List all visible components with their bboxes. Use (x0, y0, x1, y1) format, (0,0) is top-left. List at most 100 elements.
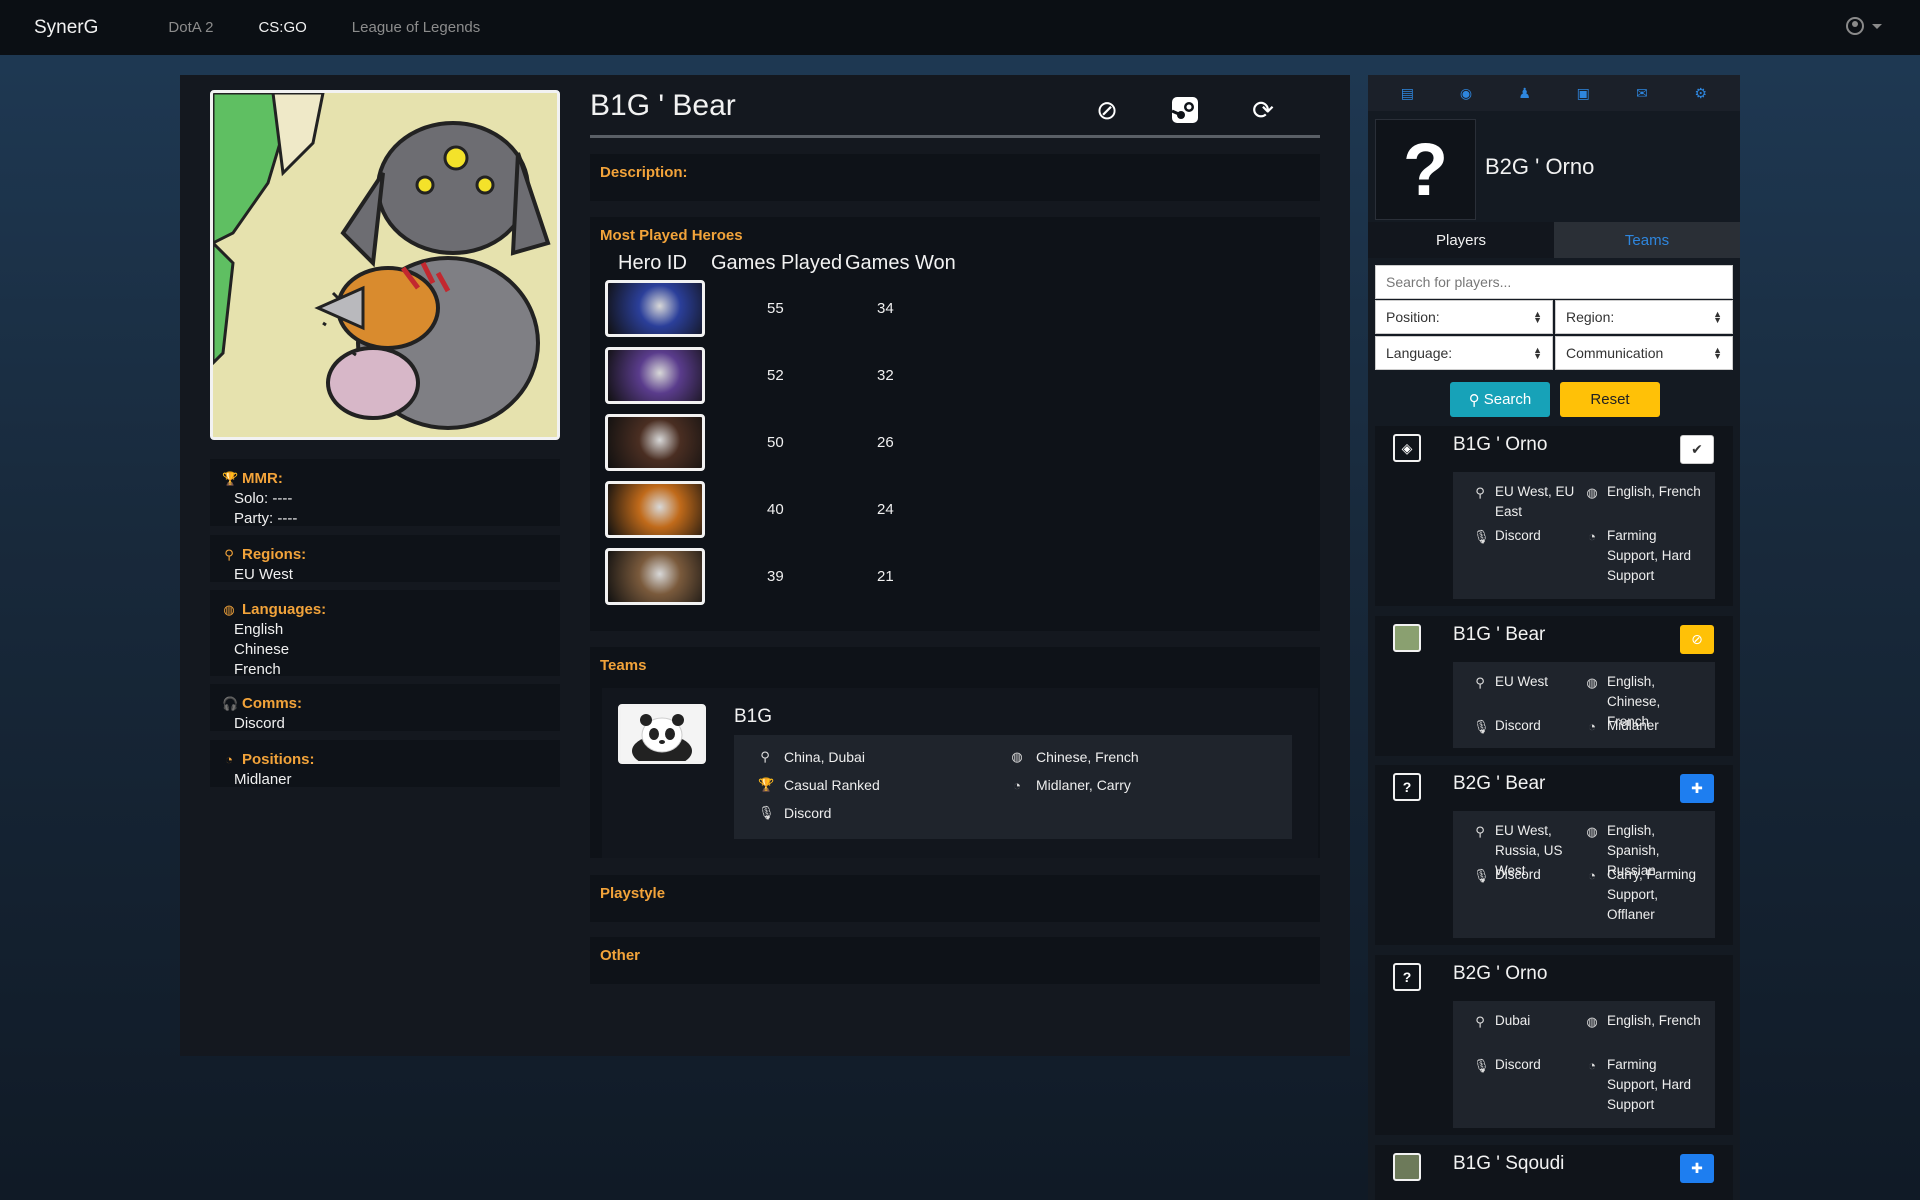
globe-icon: ◍ (1586, 485, 1598, 500)
other-label: Other (600, 947, 641, 964)
result-positions: Midlaner (1607, 718, 1659, 733)
pie-chart-icon: ◔ (1588, 868, 1596, 883)
language-select-value: Language: (1386, 345, 1453, 361)
selected-player-name: B2G ' Orno (1485, 154, 1595, 179)
tab-players[interactable]: Players (1368, 222, 1554, 258)
player-name-title: B1G ' Bear (590, 89, 736, 122)
brand-logo[interactable]: SynerG (34, 17, 98, 39)
heroes-title: Most Played Heroes (600, 227, 743, 244)
communication-select[interactable]: Communication ▲ ▼ (1555, 336, 1733, 370)
pie-chart-icon: ◔ (1588, 1058, 1596, 1073)
check-button[interactable]: ✔ (1680, 435, 1714, 464)
block-button[interactable]: ⊘ (1680, 625, 1714, 654)
player-result[interactable]: B1G ' Bear ⊘ ⚲ EU West ◍ English, Chinese,… (1375, 616, 1733, 756)
team-languages: Chinese, French (1036, 749, 1139, 765)
hero-games-played: 39 (767, 568, 784, 585)
team-card[interactable]: B1G ⚲ China, Dubai ◍ Chinese, French 🏆 Casu… (602, 688, 1318, 858)
trophy-icon: 🏆 (758, 777, 775, 792)
heroes-table-header: Hero ID Games Played Games Won (600, 252, 1310, 275)
search-sidebar: ▤ ◉ ♟ ▣ ✉ ⚙ ? B2G ' Orno Players Teams S… (1368, 75, 1740, 1200)
col-hero-id: Hero ID (618, 252, 687, 274)
player-result[interactable]: ? B2G ' Bear ✚ ⚲ EU West, Russia, US West… (1375, 765, 1733, 945)
playstyle-section: Playstyle (590, 875, 1320, 922)
pie-chart-icon: ◔ (1588, 529, 1596, 544)
result-details: ⚲ EU West ◍ English, Chinese, French 🎙 Disc… (1453, 662, 1715, 748)
position-select-value: Position: (1386, 309, 1440, 325)
steam-icon[interactable] (1168, 93, 1202, 127)
result-positions: Farming Support, Hard Support (1607, 1057, 1692, 1112)
description-section: Description: (590, 154, 1320, 201)
team-name[interactable]: B1G (734, 706, 772, 728)
user-icon (1846, 17, 1864, 35)
team-details: ⚲ China, Dubai ◍ Chinese, French 🏆 Casual R… (734, 735, 1292, 839)
map-marker-icon: ⚲ (1475, 1014, 1485, 1029)
hero-games-won: 21 (877, 568, 894, 585)
pie-chart-icon: ◔ (1588, 719, 1596, 734)
result-name[interactable]: B1G ' Sqoudi (1453, 1153, 1564, 1175)
result-region: EU West (1495, 674, 1549, 689)
region-select[interactable]: Region: ▲ ▼ (1555, 300, 1733, 334)
player-result[interactable]: ? B2G ' Orno ⚲ Dubai ◍ English, French 🎙 Di… (1375, 955, 1733, 1135)
result-name[interactable]: B1G ' Orno (1453, 434, 1547, 456)
block-icon[interactable]: ⊘ (1090, 93, 1124, 127)
heroes-section: Most Played Heroes Hero ID Games Played … (590, 217, 1320, 631)
hero-games-played: 50 (767, 434, 784, 451)
envelope-icon[interactable]: ✉ (1633, 85, 1651, 101)
select-arrows-icon: ▲ ▼ (1713, 345, 1722, 361)
user-menu[interactable] (1846, 17, 1882, 35)
player-result[interactable]: ◈ B1G ' Orno ✔ ⚲ EU West, EU East ◍ Englis… (1375, 426, 1733, 606)
language-item: French (234, 661, 281, 678)
user-circle-icon[interactable]: ◉ (1457, 85, 1475, 101)
id-card-icon[interactable]: ▤ (1398, 85, 1416, 101)
result-name[interactable]: B2G ' Bear (1453, 773, 1545, 795)
result-avatar: ? (1393, 963, 1421, 991)
add-user-button[interactable]: ✚ (1680, 1154, 1714, 1183)
player-profile-panel: 🏆 MMR: Solo: ---- Party: ---- ⚲ Regions: E… (180, 75, 1350, 1056)
microphone-icon: 🎙 (1473, 1058, 1490, 1073)
hero-row: 40 24 (600, 476, 1310, 543)
tab-teams[interactable]: Teams (1554, 222, 1740, 258)
avatar-illustration (213, 93, 557, 437)
map-marker-icon: ⚲ (1475, 675, 1485, 690)
mmr-card: 🏆 MMR: Solo: ---- Party: ---- (210, 459, 560, 527)
select-arrows-icon: ▲ ▼ (1533, 345, 1542, 361)
result-details: ⚲ Dubai ◍ English, French 🎙 Discord ◔ Farmin… (1453, 1001, 1715, 1128)
contact-icon[interactable]: ▣ (1574, 85, 1592, 101)
result-languages: English, French (1607, 1013, 1701, 1028)
hero-games-played: 52 (767, 367, 784, 384)
reset-button[interactable]: Reset (1560, 382, 1660, 417)
position-select[interactable]: Position: ▲ ▼ (1375, 300, 1553, 334)
col-games-played: Games Played (711, 252, 843, 274)
communication-select-value: Communication (1566, 345, 1664, 361)
player-result[interactable]: B1G ' Sqoudi ✚ (1375, 1145, 1733, 1200)
result-avatar: ? (1393, 773, 1421, 801)
result-avatar (1393, 1153, 1421, 1181)
other-section: Other (590, 937, 1320, 984)
top-navbar: SynerG DotA 2 CS:GO League of Legends (0, 0, 1920, 55)
users-icon[interactable]: ♟ (1516, 85, 1534, 101)
hero-portrait (605, 280, 705, 337)
result-comms: Discord (1495, 867, 1541, 882)
language-select[interactable]: Language: ▲ ▼ (1375, 336, 1553, 370)
microphone-icon: 🎙 (1473, 868, 1490, 883)
hero-games-won: 24 (877, 501, 894, 518)
search-button[interactable]: ⚲ Search (1450, 382, 1550, 417)
result-name[interactable]: B2G ' Orno (1453, 963, 1547, 985)
nav-link-dota2[interactable]: DotA 2 (168, 19, 213, 36)
hero-portrait (605, 548, 705, 605)
nav-link-lol[interactable]: League of Legends (352, 19, 480, 36)
result-name[interactable]: B1G ' Bear (1453, 624, 1545, 646)
mmr-party: Party: ---- (234, 510, 298, 527)
nav-link-csgo[interactable]: CS:GO (258, 19, 306, 36)
add-user-button[interactable]: ✚ (1680, 774, 1714, 803)
refresh-icon[interactable]: ⟳ (1246, 93, 1280, 127)
player-search-input[interactable]: Search for players... (1375, 265, 1733, 299)
result-avatar: ◈ (1393, 434, 1421, 462)
result-positions: Farming Support, Hard Support (1607, 528, 1692, 583)
block-icon: ⊘ (1691, 631, 1703, 647)
hero-games-won: 26 (877, 434, 894, 451)
region-select-value: Region: (1566, 309, 1615, 325)
gear-icon[interactable]: ⚙ (1692, 85, 1710, 101)
hero-row: 52 32 (600, 342, 1310, 409)
user-plus-icon: ✚ (1691, 1160, 1703, 1176)
